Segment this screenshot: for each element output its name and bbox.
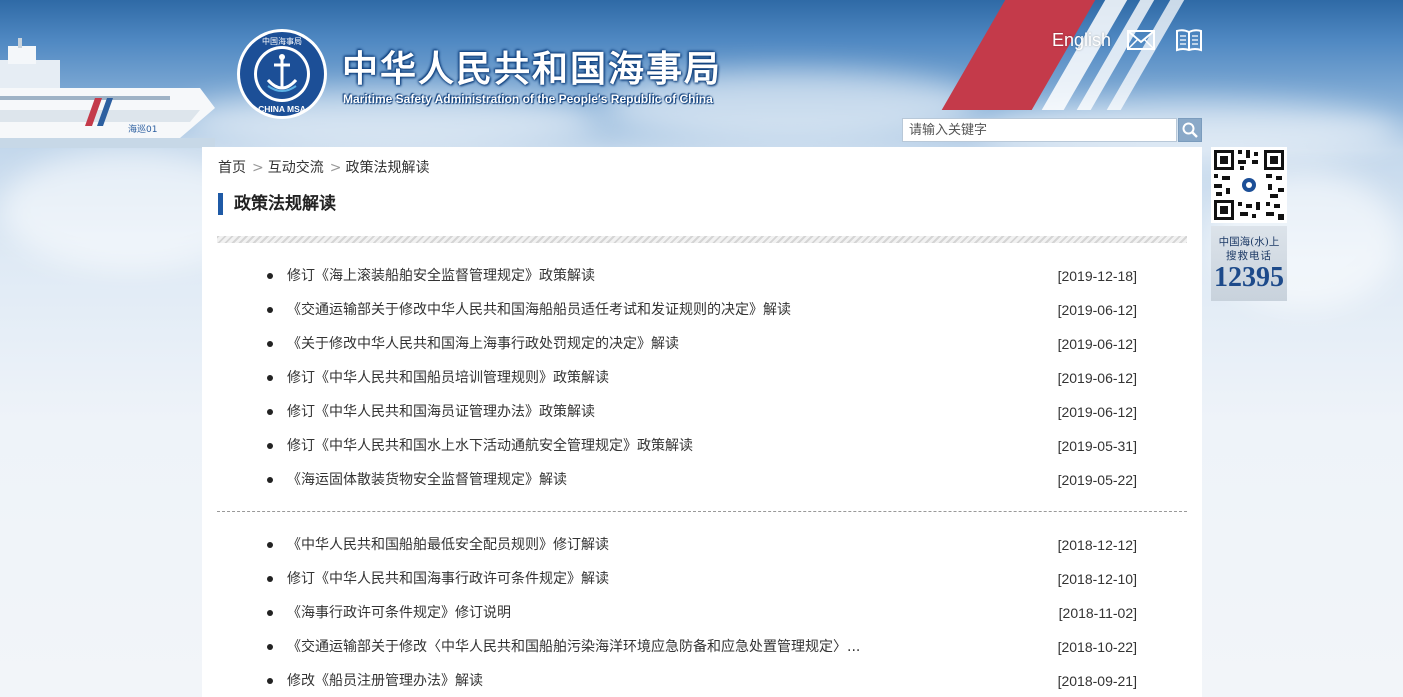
news-link[interactable]: 《关于修改中华人民共和国海上海事行政处罚规定的决定》解读 (287, 327, 679, 361)
bullet-dot (267, 307, 273, 313)
news-date: [2019-06-12] (1057, 302, 1137, 318)
list-item: 《海运固体散装货物安全监督管理规定》解读 [2019-05-22] (202, 463, 1202, 497)
news-link[interactable]: 修订《中华人民共和国海员证管理办法》政策解读 (287, 395, 595, 429)
list-item: 修订《中华人民共和国船员培训管理规则》政策解读 [2019-06-12] (202, 361, 1202, 395)
news-link[interactable]: 《海运固体散装货物安全监督管理规定》解读 (287, 463, 567, 497)
news-date: [2018-09-21] (1057, 673, 1137, 689)
english-link[interactable]: English (1052, 30, 1111, 51)
bullet-dot (267, 644, 273, 650)
bullet-dot (267, 576, 273, 582)
news-link[interactable]: 《交通运输部关于修改〈中华人民共和国船舶污染海洋环境应急防备和应急处置管理规定〉… (287, 630, 860, 664)
rescue-hotline-banner[interactable]: 中国海(水)上 搜救电话 12395 (1211, 226, 1287, 301)
list-item: 修订《中华人民共和国水上水下活动通航安全管理规定》政策解读 [2019-05-31… (202, 429, 1202, 463)
hotline-number: 12395 (1214, 262, 1284, 293)
breadcrumb: 首页 > 互动交流 > 政策法规解读 (218, 157, 429, 177)
main-content-panel: 首页 > 互动交流 > 政策法规解读 政策法规解读 修订《海上滚装船舶安全监督管理规定》… (202, 147, 1202, 697)
list-item: 《关于修改中华人民共和国海上海事行政处罚规定的决定》解读 [2019-06-12] (202, 327, 1202, 361)
search-icon (1182, 122, 1198, 138)
breadcrumb-interaction[interactable]: 互动交流 (268, 160, 324, 176)
emblem-text-top: 中国海事局 (262, 36, 302, 46)
breadcrumb-separator: > (252, 160, 264, 176)
search-button[interactable] (1178, 118, 1202, 142)
news-link[interactable]: 修订《海上滚装船舶安全监督管理规定》政策解读 (287, 259, 595, 293)
search-input[interactable] (902, 118, 1177, 142)
bullet-dot (267, 341, 273, 347)
hatched-divider (217, 236, 1187, 243)
news-list-2018: 《中华人民共和国船舶最低安全配员规则》修订解读 [2018-12-12] 修订《中… (202, 528, 1202, 697)
breadcrumb-current: 政策法规解读 (345, 160, 430, 176)
news-date: [2018-12-10] (1057, 571, 1137, 587)
news-date: [2018-10-22] (1057, 639, 1137, 655)
book-icon[interactable] (1175, 28, 1203, 52)
news-date: [2019-06-12] (1057, 336, 1137, 352)
news-list-2019: 修订《海上滚装船舶安全监督管理规定》政策解读 [2019-12-18] 《交通运输… (202, 259, 1202, 497)
news-date: [2019-05-31] (1057, 438, 1137, 454)
news-link[interactable]: 修订《中华人民共和国海事行政许可条件规定》解读 (287, 562, 609, 596)
breadcrumb-home[interactable]: 首页 (218, 160, 246, 176)
news-date: [2019-06-12] (1057, 404, 1137, 420)
list-item: 修订《中华人民共和国海事行政许可条件规定》解读 [2018-12-10] (202, 562, 1202, 596)
bullet-dot (267, 678, 273, 684)
bullet-dot (267, 409, 273, 415)
news-link[interactable]: 《交通运输部关于修改中华人民共和国海船船员适任考试和发证规则的决定》解读 (287, 293, 791, 327)
msa-emblem-logo: 中国海事局 CHINA MSA (237, 29, 327, 119)
list-item: 《交通运输部关于修改中华人民共和国海船船员适任考试和发证规则的决定》解读 [201… (202, 293, 1202, 327)
search-bar (902, 118, 1202, 142)
breadcrumb-separator: > (329, 160, 342, 176)
list-item: 修改《船员注册管理办法》解读 [2018-09-21] (202, 664, 1202, 697)
site-title-en: Maritime Safety Administration of the Pe… (343, 92, 713, 106)
news-date: [2019-05-22] (1057, 472, 1137, 488)
bullet-dot (267, 477, 273, 483)
news-date: [2019-12-18] (1057, 268, 1137, 284)
list-item: 《海事行政许可条件规定》修订说明 [2018-11-02] (202, 596, 1202, 630)
qr-code-image[interactable] (1211, 147, 1287, 223)
site-title-cn: 中华人民共和国海事局 (342, 49, 723, 90)
hotline-line1: 中国海(水)上 (1218, 236, 1280, 248)
patrol-ship-image: 海巡01 (0, 38, 215, 148)
news-date: [2018-12-12] (1057, 537, 1137, 553)
list-item: 修订《海上滚装船舶安全监督管理规定》政策解读 [2019-12-18] (202, 259, 1202, 293)
news-link[interactable]: 修订《中华人民共和国水上水下活动通航安全管理规定》政策解读 (287, 429, 693, 463)
qr-code-icon (1211, 147, 1287, 223)
mail-icon[interactable] (1127, 30, 1155, 50)
bullet-dot (267, 542, 273, 548)
news-link[interactable]: 《海事行政许可条件规定》修订说明 (287, 596, 511, 630)
dashed-divider (217, 511, 1187, 512)
list-item: 《交通运输部关于修改〈中华人民共和国船舶污染海洋环境应急防备和应急处置管理规定〉… (202, 630, 1202, 664)
bullet-dot (267, 375, 273, 381)
news-link[interactable]: 修改《船员注册管理办法》解读 (287, 664, 483, 697)
bullet-dot (267, 610, 273, 616)
bullet-dot (267, 273, 273, 279)
hotline-line2: 搜救电话 (1226, 250, 1272, 262)
ship-hull-label: 海巡01 (128, 123, 157, 135)
section-title: 政策法规解读 (218, 193, 336, 215)
bullet-dot (267, 443, 273, 449)
news-link[interactable]: 《中华人民共和国船舶最低安全配员规则》修订解读 (287, 528, 609, 562)
news-date: [2019-06-12] (1057, 370, 1137, 386)
news-date: [2018-11-02] (1058, 605, 1137, 621)
list-item: 《中华人民共和国船舶最低安全配员规则》修订解读 [2018-12-12] (202, 528, 1202, 562)
emblem-text-bottom: CHINA MSA (258, 104, 306, 114)
news-link[interactable]: 修订《中华人民共和国船员培训管理规则》政策解读 (287, 361, 609, 395)
list-item: 修订《中华人民共和国海员证管理办法》政策解读 [2019-06-12] (202, 395, 1202, 429)
